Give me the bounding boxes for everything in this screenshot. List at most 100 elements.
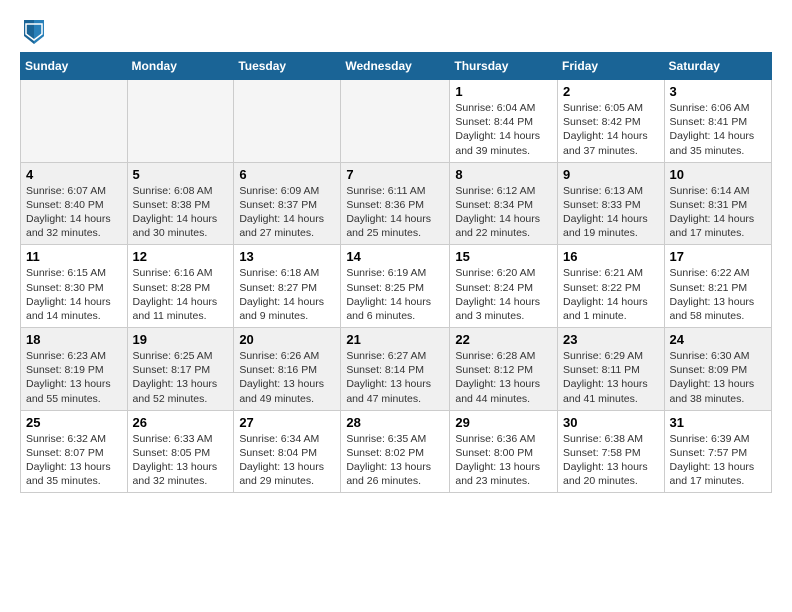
- calendar-cell: 12 Sunrise: 6:16 AM Sunset: 8:28 PM Dayli…: [127, 245, 234, 328]
- day-info: Sunrise: 6:34 AM Sunset: 8:04 PM Dayligh…: [239, 432, 335, 489]
- weekday-header-row: SundayMondayTuesdayWednesdayThursdayFrid…: [21, 53, 772, 80]
- day-number: 21: [346, 332, 444, 347]
- day-number: 13: [239, 249, 335, 264]
- day-number: 26: [133, 415, 229, 430]
- day-number: 28: [346, 415, 444, 430]
- calendar-cell: 9 Sunrise: 6:13 AM Sunset: 8:33 PM Daylig…: [558, 162, 665, 245]
- day-info: Sunrise: 6:21 AM Sunset: 8:22 PM Dayligh…: [563, 266, 659, 323]
- weekday-header: Saturday: [664, 53, 771, 80]
- calendar-cell: 22 Sunrise: 6:28 AM Sunset: 8:12 PM Dayli…: [450, 328, 558, 411]
- day-number: 12: [133, 249, 229, 264]
- calendar-cell: 30 Sunrise: 6:38 AM Sunset: 7:58 PM Dayli…: [558, 410, 665, 493]
- calendar-cell: 26 Sunrise: 6:33 AM Sunset: 8:05 PM Dayli…: [127, 410, 234, 493]
- calendar-cell: 25 Sunrise: 6:32 AM Sunset: 8:07 PM Dayli…: [21, 410, 128, 493]
- calendar-cell: 16 Sunrise: 6:21 AM Sunset: 8:22 PM Dayli…: [558, 245, 665, 328]
- day-number: 16: [563, 249, 659, 264]
- day-info: Sunrise: 6:11 AM Sunset: 8:36 PM Dayligh…: [346, 184, 444, 241]
- calendar-cell: 28 Sunrise: 6:35 AM Sunset: 8:02 PM Dayli…: [341, 410, 450, 493]
- day-number: 17: [670, 249, 766, 264]
- day-info: Sunrise: 6:25 AM Sunset: 8:17 PM Dayligh…: [133, 349, 229, 406]
- day-number: 4: [26, 167, 122, 182]
- day-number: 31: [670, 415, 766, 430]
- day-info: Sunrise: 6:15 AM Sunset: 8:30 PM Dayligh…: [26, 266, 122, 323]
- day-number: 3: [670, 84, 766, 99]
- day-info: Sunrise: 6:08 AM Sunset: 8:38 PM Dayligh…: [133, 184, 229, 241]
- day-info: Sunrise: 6:20 AM Sunset: 8:24 PM Dayligh…: [455, 266, 552, 323]
- calendar-cell: [127, 80, 234, 163]
- day-number: 9: [563, 167, 659, 182]
- day-info: Sunrise: 6:38 AM Sunset: 7:58 PM Dayligh…: [563, 432, 659, 489]
- calendar-cell: 14Sunrise: 6:19 AM Sunset: 8:25 PM Dayli…: [341, 245, 450, 328]
- weekday-header: Thursday: [450, 53, 558, 80]
- weekday-header: Friday: [558, 53, 665, 80]
- day-number: 15: [455, 249, 552, 264]
- calendar-week-row: 1Sunrise: 6:04 AM Sunset: 8:44 PM Daylig…: [21, 80, 772, 163]
- day-info: Sunrise: 6:16 AM Sunset: 8:28 PM Dayligh…: [133, 266, 229, 323]
- calendar-cell: 7 Sunrise: 6:11 AM Sunset: 8:36 PM Daylig…: [341, 162, 450, 245]
- day-info: Sunrise: 6:22 AM Sunset: 8:21 PM Dayligh…: [670, 266, 766, 323]
- calendar-cell: 23Sunrise: 6:29 AM Sunset: 8:11 PM Dayli…: [558, 328, 665, 411]
- calendar-cell: 21Sunrise: 6:27 AM Sunset: 8:14 PM Dayli…: [341, 328, 450, 411]
- day-info: Sunrise: 6:29 AM Sunset: 8:11 PM Dayligh…: [563, 349, 659, 406]
- day-number: 22: [455, 332, 552, 347]
- calendar-table: SundayMondayTuesdayWednesdayThursdayFrid…: [20, 52, 772, 493]
- calendar-cell: 5 Sunrise: 6:08 AM Sunset: 8:38 PM Daylig…: [127, 162, 234, 245]
- calendar-cell: 18 Sunrise: 6:23 AM Sunset: 8:19 PM Dayli…: [21, 328, 128, 411]
- day-number: 25: [26, 415, 122, 430]
- day-number: 18: [26, 332, 122, 347]
- logo: [20, 16, 46, 44]
- day-number: 5: [133, 167, 229, 182]
- day-number: 24: [670, 332, 766, 347]
- day-info: Sunrise: 6:13 AM Sunset: 8:33 PM Dayligh…: [563, 184, 659, 241]
- calendar-cell: [21, 80, 128, 163]
- calendar-cell: 27Sunrise: 6:34 AM Sunset: 8:04 PM Dayli…: [234, 410, 341, 493]
- weekday-header: Wednesday: [341, 53, 450, 80]
- day-info: Sunrise: 6:28 AM Sunset: 8:12 PM Dayligh…: [455, 349, 552, 406]
- calendar-week-row: 25 Sunrise: 6:32 AM Sunset: 8:07 PM Dayli…: [21, 410, 772, 493]
- day-info: Sunrise: 6:23 AM Sunset: 8:19 PM Dayligh…: [26, 349, 122, 406]
- day-info: Sunrise: 6:09 AM Sunset: 8:37 PM Dayligh…: [239, 184, 335, 241]
- day-info: Sunrise: 6:36 AM Sunset: 8:00 PM Dayligh…: [455, 432, 552, 489]
- calendar-cell: 13 Sunrise: 6:18 AM Sunset: 8:27 PM Dayli…: [234, 245, 341, 328]
- day-number: 11: [26, 249, 122, 264]
- calendar-cell: 29 Sunrise: 6:36 AM Sunset: 8:00 PM Dayli…: [450, 410, 558, 493]
- day-number: 7: [346, 167, 444, 182]
- day-number: 10: [670, 167, 766, 182]
- day-info: Sunrise: 6:07 AM Sunset: 8:40 PM Dayligh…: [26, 184, 122, 241]
- day-info: Sunrise: 6:26 AM Sunset: 8:16 PM Dayligh…: [239, 349, 335, 406]
- day-number: 2: [563, 84, 659, 99]
- calendar-cell: 1Sunrise: 6:04 AM Sunset: 8:44 PM Daylig…: [450, 80, 558, 163]
- day-info: Sunrise: 6:33 AM Sunset: 8:05 PM Dayligh…: [133, 432, 229, 489]
- calendar-week-row: 11 Sunrise: 6:15 AM Sunset: 8:30 PM Dayli…: [21, 245, 772, 328]
- calendar-cell: 3 Sunrise: 6:06 AM Sunset: 8:41 PM Daylig…: [664, 80, 771, 163]
- logo-icon: [22, 16, 46, 44]
- day-number: 20: [239, 332, 335, 347]
- calendar-cell: 15 Sunrise: 6:20 AM Sunset: 8:24 PM Dayli…: [450, 245, 558, 328]
- calendar-cell: [234, 80, 341, 163]
- calendar-cell: [341, 80, 450, 163]
- calendar-cell: 4 Sunrise: 6:07 AM Sunset: 8:40 PM Daylig…: [21, 162, 128, 245]
- day-info: Sunrise: 6:05 AM Sunset: 8:42 PM Dayligh…: [563, 101, 659, 158]
- day-info: Sunrise: 6:18 AM Sunset: 8:27 PM Dayligh…: [239, 266, 335, 323]
- day-info: Sunrise: 6:12 AM Sunset: 8:34 PM Dayligh…: [455, 184, 552, 241]
- day-info: Sunrise: 6:06 AM Sunset: 8:41 PM Dayligh…: [670, 101, 766, 158]
- calendar-cell: 10 Sunrise: 6:14 AM Sunset: 8:31 PM Dayli…: [664, 162, 771, 245]
- day-info: Sunrise: 6:35 AM Sunset: 8:02 PM Dayligh…: [346, 432, 444, 489]
- weekday-header: Tuesday: [234, 53, 341, 80]
- day-number: 19: [133, 332, 229, 347]
- day-info: Sunrise: 6:32 AM Sunset: 8:07 PM Dayligh…: [26, 432, 122, 489]
- day-info: Sunrise: 6:14 AM Sunset: 8:31 PM Dayligh…: [670, 184, 766, 241]
- calendar-cell: 19 Sunrise: 6:25 AM Sunset: 8:17 PM Dayli…: [127, 328, 234, 411]
- day-number: 29: [455, 415, 552, 430]
- calendar-cell: 31Sunrise: 6:39 AM Sunset: 7:57 PM Dayli…: [664, 410, 771, 493]
- day-info: Sunrise: 6:19 AM Sunset: 8:25 PM Dayligh…: [346, 266, 444, 323]
- day-info: Sunrise: 6:04 AM Sunset: 8:44 PM Dayligh…: [455, 101, 552, 158]
- day-number: 8: [455, 167, 552, 182]
- calendar-cell: 6 Sunrise: 6:09 AM Sunset: 8:37 PM Daylig…: [234, 162, 341, 245]
- day-number: 6: [239, 167, 335, 182]
- calendar-cell: 11 Sunrise: 6:15 AM Sunset: 8:30 PM Dayli…: [21, 245, 128, 328]
- calendar-cell: 24 Sunrise: 6:30 AM Sunset: 8:09 PM Dayli…: [664, 328, 771, 411]
- weekday-header: Monday: [127, 53, 234, 80]
- day-info: Sunrise: 6:30 AM Sunset: 8:09 PM Dayligh…: [670, 349, 766, 406]
- day-number: 30: [563, 415, 659, 430]
